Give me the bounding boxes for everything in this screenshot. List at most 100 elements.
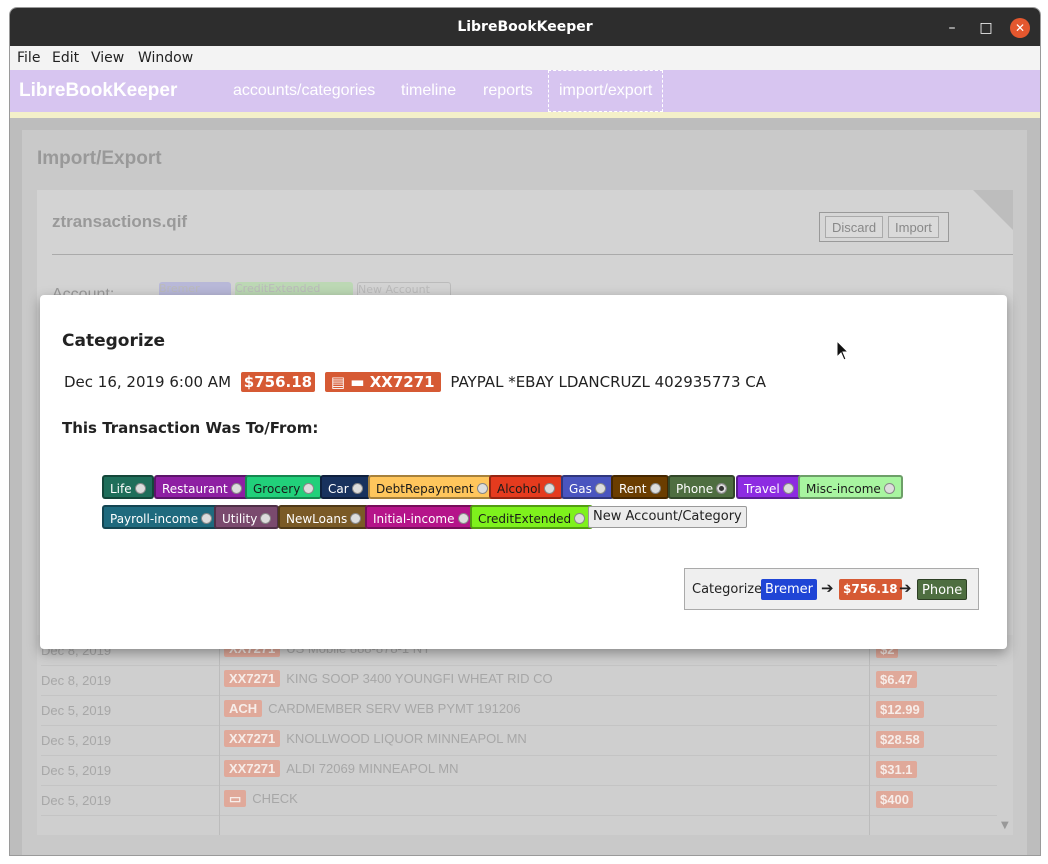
category-rent[interactable]: Rent [611,475,669,499]
category-label: Misc-income [806,482,881,496]
card-divider [52,254,1013,255]
categorize-button[interactable]: Categorize Bremer ➔ $756.18 ➔ Phone [684,568,979,610]
transaction-summary: Dec 16, 2019 6:00 AM $756.18 ▤ ▬ XX7271 … [64,372,766,392]
new-account-category-button[interactable]: New Account/Category [588,506,747,528]
radio-icon [594,483,606,494]
row-desc: XX7271 KING SOOP 3400 YOUNGFI WHEAT RID C… [224,670,553,687]
table-row[interactable]: Dec 8, 2019 XX7271 KING SOOP 3400 YOUNGFI… [41,665,997,696]
categorize-dialog: Categorize Dec 16, 2019 6:00 AM $756.18 … [40,295,1007,649]
category-car[interactable]: Car [320,475,371,499]
category-label: Rent [619,482,647,496]
category-label: Initial-income [373,512,455,526]
category-payroll-income[interactable]: Payroll-income [102,505,221,529]
category-grocery[interactable]: Grocery [245,475,323,499]
app-brand[interactable]: LibreBookKeeper [19,80,177,102]
discard-button[interactable]: Discard [825,216,884,238]
nav-reports[interactable]: reports [483,82,533,100]
import-button[interactable]: Import [888,216,939,238]
radio-selected-icon [716,483,728,494]
category-initial-income[interactable]: Initial-income [365,505,477,529]
card-corner [973,190,1013,230]
radio-icon [350,513,362,524]
menu-bar: File Edit View Window [10,46,1040,71]
row-amount: $28.58 [876,731,924,748]
category-label: Utility [222,512,258,526]
row-date: Dec 5, 2019 [41,733,112,748]
menu-window[interactable]: Window [138,50,193,66]
categorize-label: Categorize [692,582,763,597]
close-button[interactable]: ✕ [1010,18,1030,38]
menu-edit[interactable]: Edit [52,50,79,66]
table-row[interactable]: Dec 5, 2019 ▭ CHECK $400 [41,785,997,816]
arrow-right-icon: ➔ [899,579,912,597]
row-desc: ACH CARDMEMBER SERV WEB PYMT 191206 [224,700,521,717]
to-from-label: This Transaction Was To/From: [62,419,319,437]
table-row[interactable]: Dec 5, 2019 ACH CARDMEMBER SERV WEB PYMT … [41,695,997,726]
table-row[interactable]: Dec 5, 2019 XX7271 ALDI 72069 MINNEAPOL M… [41,755,997,786]
category-travel[interactable]: Travel [736,475,802,499]
radio-icon [260,513,272,524]
check-icon: ▭ [224,790,247,807]
category-label: Phone [676,482,714,496]
category-newloans[interactable]: NewLoans [278,505,370,529]
category-label: Life [110,482,132,496]
radio-icon [303,483,315,494]
row-date: Dec 5, 2019 [41,703,112,718]
row-amount: $12.99 [876,701,924,718]
category-misc-income[interactable]: Misc-income [798,475,903,499]
row-date: Dec 5, 2019 [41,793,112,808]
category-utility[interactable]: Utility [214,505,280,529]
amount-pill: $756.18 [839,579,902,600]
radio-icon [230,483,242,494]
row-desc-text: CARDMEMBER SERV WEB PYMT 191206 [268,701,521,716]
maximize-button[interactable]: □ [976,18,996,38]
scroll-down-icon[interactable]: ▼ [1001,820,1009,831]
row-date: Dec 5, 2019 [41,763,112,778]
menu-file[interactable]: File [17,50,40,66]
window-title: LibreBookKeeper [457,19,593,35]
from-account-pill: Bremer [761,579,817,600]
category-label: DebtRepayment [376,482,474,496]
row-desc-text: ALDI 72069 MINNEAPOL MN [286,761,459,776]
radio-icon [883,483,895,494]
category-restaurant[interactable]: Restaurant [154,475,250,499]
category-label: Travel [744,482,780,496]
category-label: Car [328,482,349,496]
card-reader-icon: ▤ ▬ [330,373,370,391]
category-label: Gas [569,482,592,496]
radio-icon [543,483,555,494]
row-desc-text: CHECK [252,791,298,806]
menu-view[interactable]: View [91,50,124,66]
category-label: Alcohol [497,482,541,496]
category-gas[interactable]: Gas [561,475,614,499]
nav-timeline[interactable]: timeline [401,82,456,100]
row-amount: $400 [876,791,913,808]
radio-icon [649,483,661,494]
category-creditextended[interactable]: CreditExtended [470,505,594,529]
category-life[interactable]: Life [102,475,154,499]
card-tag: XX7271 [224,730,281,747]
minimize-button[interactable]: – [942,18,962,38]
radio-icon [201,513,213,524]
transaction-list: Dec 8, 2019 XX7271US Mobile 888-878-1 NY… [37,635,1013,835]
category-label: NewLoans [286,512,348,526]
tx-card-tag: ▤ ▬ XX7271 [324,372,441,392]
dialog-title: Categorize [62,331,166,351]
title-bar[interactable]: LibreBookKeeper – □ ✕ [10,8,1040,46]
row-desc-text: KNOLLWOOD LIQUOR MINNEAPOL MN [286,731,527,746]
category-label: Grocery [253,482,301,496]
nav-import-export[interactable]: import/export [548,70,664,112]
radio-icon [476,483,488,494]
row-desc-text: KING SOOP 3400 YOUNGFI WHEAT RID CO [286,671,553,686]
row-amount: $31.1 [876,761,917,778]
category-phone[interactable]: Phone [668,475,736,499]
category-label: Payroll-income [110,512,199,526]
arrow-right-icon: ➔ [821,579,834,597]
tx-card-number: XX7271 [369,373,435,391]
nav-accounts-categories[interactable]: accounts/categories [233,82,375,100]
radio-icon [134,483,146,494]
row-desc: XX7271 KNOLLWOOD LIQUOR MINNEAPOL MN [224,730,527,747]
category-debtrepayment[interactable]: DebtRepayment [368,475,496,499]
category-alcohol[interactable]: Alcohol [489,475,563,499]
table-row[interactable]: Dec 5, 2019 XX7271 KNOLLWOOD LIQUOR MINNE… [41,725,997,756]
